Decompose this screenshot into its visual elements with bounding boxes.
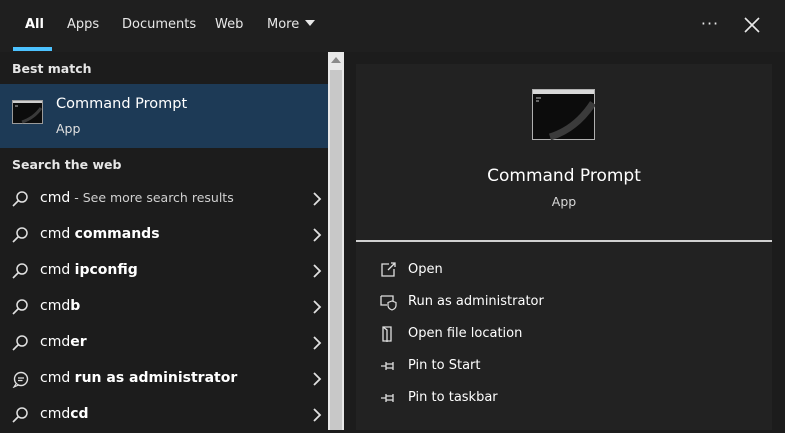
pin-to-start-action[interactable]: Pin to Start [356,351,772,381]
open-icon [381,262,396,277]
web-result-item[interactable]: cmd ipconfig [0,253,328,289]
web-result-item[interactable]: cmdb [0,289,328,325]
close-icon[interactable] [740,12,764,38]
web-result-text: cmd commands [40,226,160,242]
divider [356,240,772,242]
search-icon [12,191,28,207]
chevron-right-icon[interactable] [312,263,322,279]
search-icon [12,227,28,243]
search-icon [12,299,28,315]
web-result-item[interactable]: cmd run as administrator [0,361,328,397]
chevron-down-icon [305,20,316,26]
web-result-text: cmder [40,334,87,350]
open-action[interactable]: Open [356,255,772,285]
web-result-text: cmd - See more search results [40,190,234,206]
pin-to-taskbar-action[interactable]: Pin to taskbar [356,383,772,413]
chevron-right-icon[interactable] [312,407,322,423]
web-result-text: cmdcd [40,406,89,422]
web-result-text: cmdb [40,298,81,314]
terminal-icon [12,100,43,124]
app-title: Command Prompt [487,166,641,186]
tab-more[interactable]: More [267,0,316,52]
search-icon [12,407,28,423]
best-match-subtitle: App [56,121,81,136]
web-result-text: cmd run as administrator [40,370,238,386]
tab-documents[interactable]: Documents [122,0,196,52]
app-detail-card: Command Prompt App Open Run as administr… [356,64,772,430]
open-label: Open [408,262,443,277]
tab-all[interactable]: All [25,0,44,52]
search-tab-bar: All Apps Documents Web More ··· [0,0,785,52]
scrollbar-thumb[interactable] [330,70,342,430]
open-file-location-action[interactable]: Open file location [356,319,772,349]
web-result-item[interactable]: cmd - See more search results [0,181,328,217]
pin-to-start-label: Pin to Start [408,358,481,373]
run-as-admin-action[interactable]: Run as administrator [356,287,772,317]
scroll-up-arrow-icon[interactable] [331,57,341,63]
web-result-item[interactable]: cmd commands [0,217,328,253]
results-panel: Best match Command Prompt App Search the… [0,52,328,430]
results-scrollbar[interactable] [328,52,344,430]
open-file-location-label: Open file location [408,326,523,341]
best-match-item[interactable]: Command Prompt App [0,84,328,148]
web-result-item[interactable]: cmder [0,325,328,361]
search-web-heading: Search the web [12,157,122,172]
chevron-right-icon[interactable] [312,191,322,207]
best-match-heading: Best match [12,61,92,76]
best-match-title: Command Prompt [56,96,188,112]
run-as-admin-label: Run as administrator [408,294,544,309]
search-icon [12,335,28,351]
ellipsis-icon[interactable]: ··· [699,12,721,38]
pin-icon [381,394,394,402]
tab-more-label: More [267,17,300,32]
tab-web[interactable]: Web [215,0,243,52]
pin-icon [381,362,394,370]
chevron-right-icon[interactable] [312,371,322,387]
terminal-icon [532,89,595,140]
search-icon [12,263,28,279]
tab-apps[interactable]: Apps [67,0,99,52]
chat-icon [12,371,29,388]
web-result-text: cmd ipconfig [40,262,138,278]
app-type: App [551,194,577,209]
chevron-right-icon[interactable] [312,227,322,243]
chevron-right-icon[interactable] [312,335,322,351]
active-tab-indicator [13,47,52,51]
chevron-right-icon[interactable] [312,299,322,315]
web-result-item[interactable]: cmdcd [0,397,328,433]
pin-to-taskbar-label: Pin to taskbar [408,390,498,405]
shield-icon [380,295,397,311]
folder-icon [382,326,392,342]
